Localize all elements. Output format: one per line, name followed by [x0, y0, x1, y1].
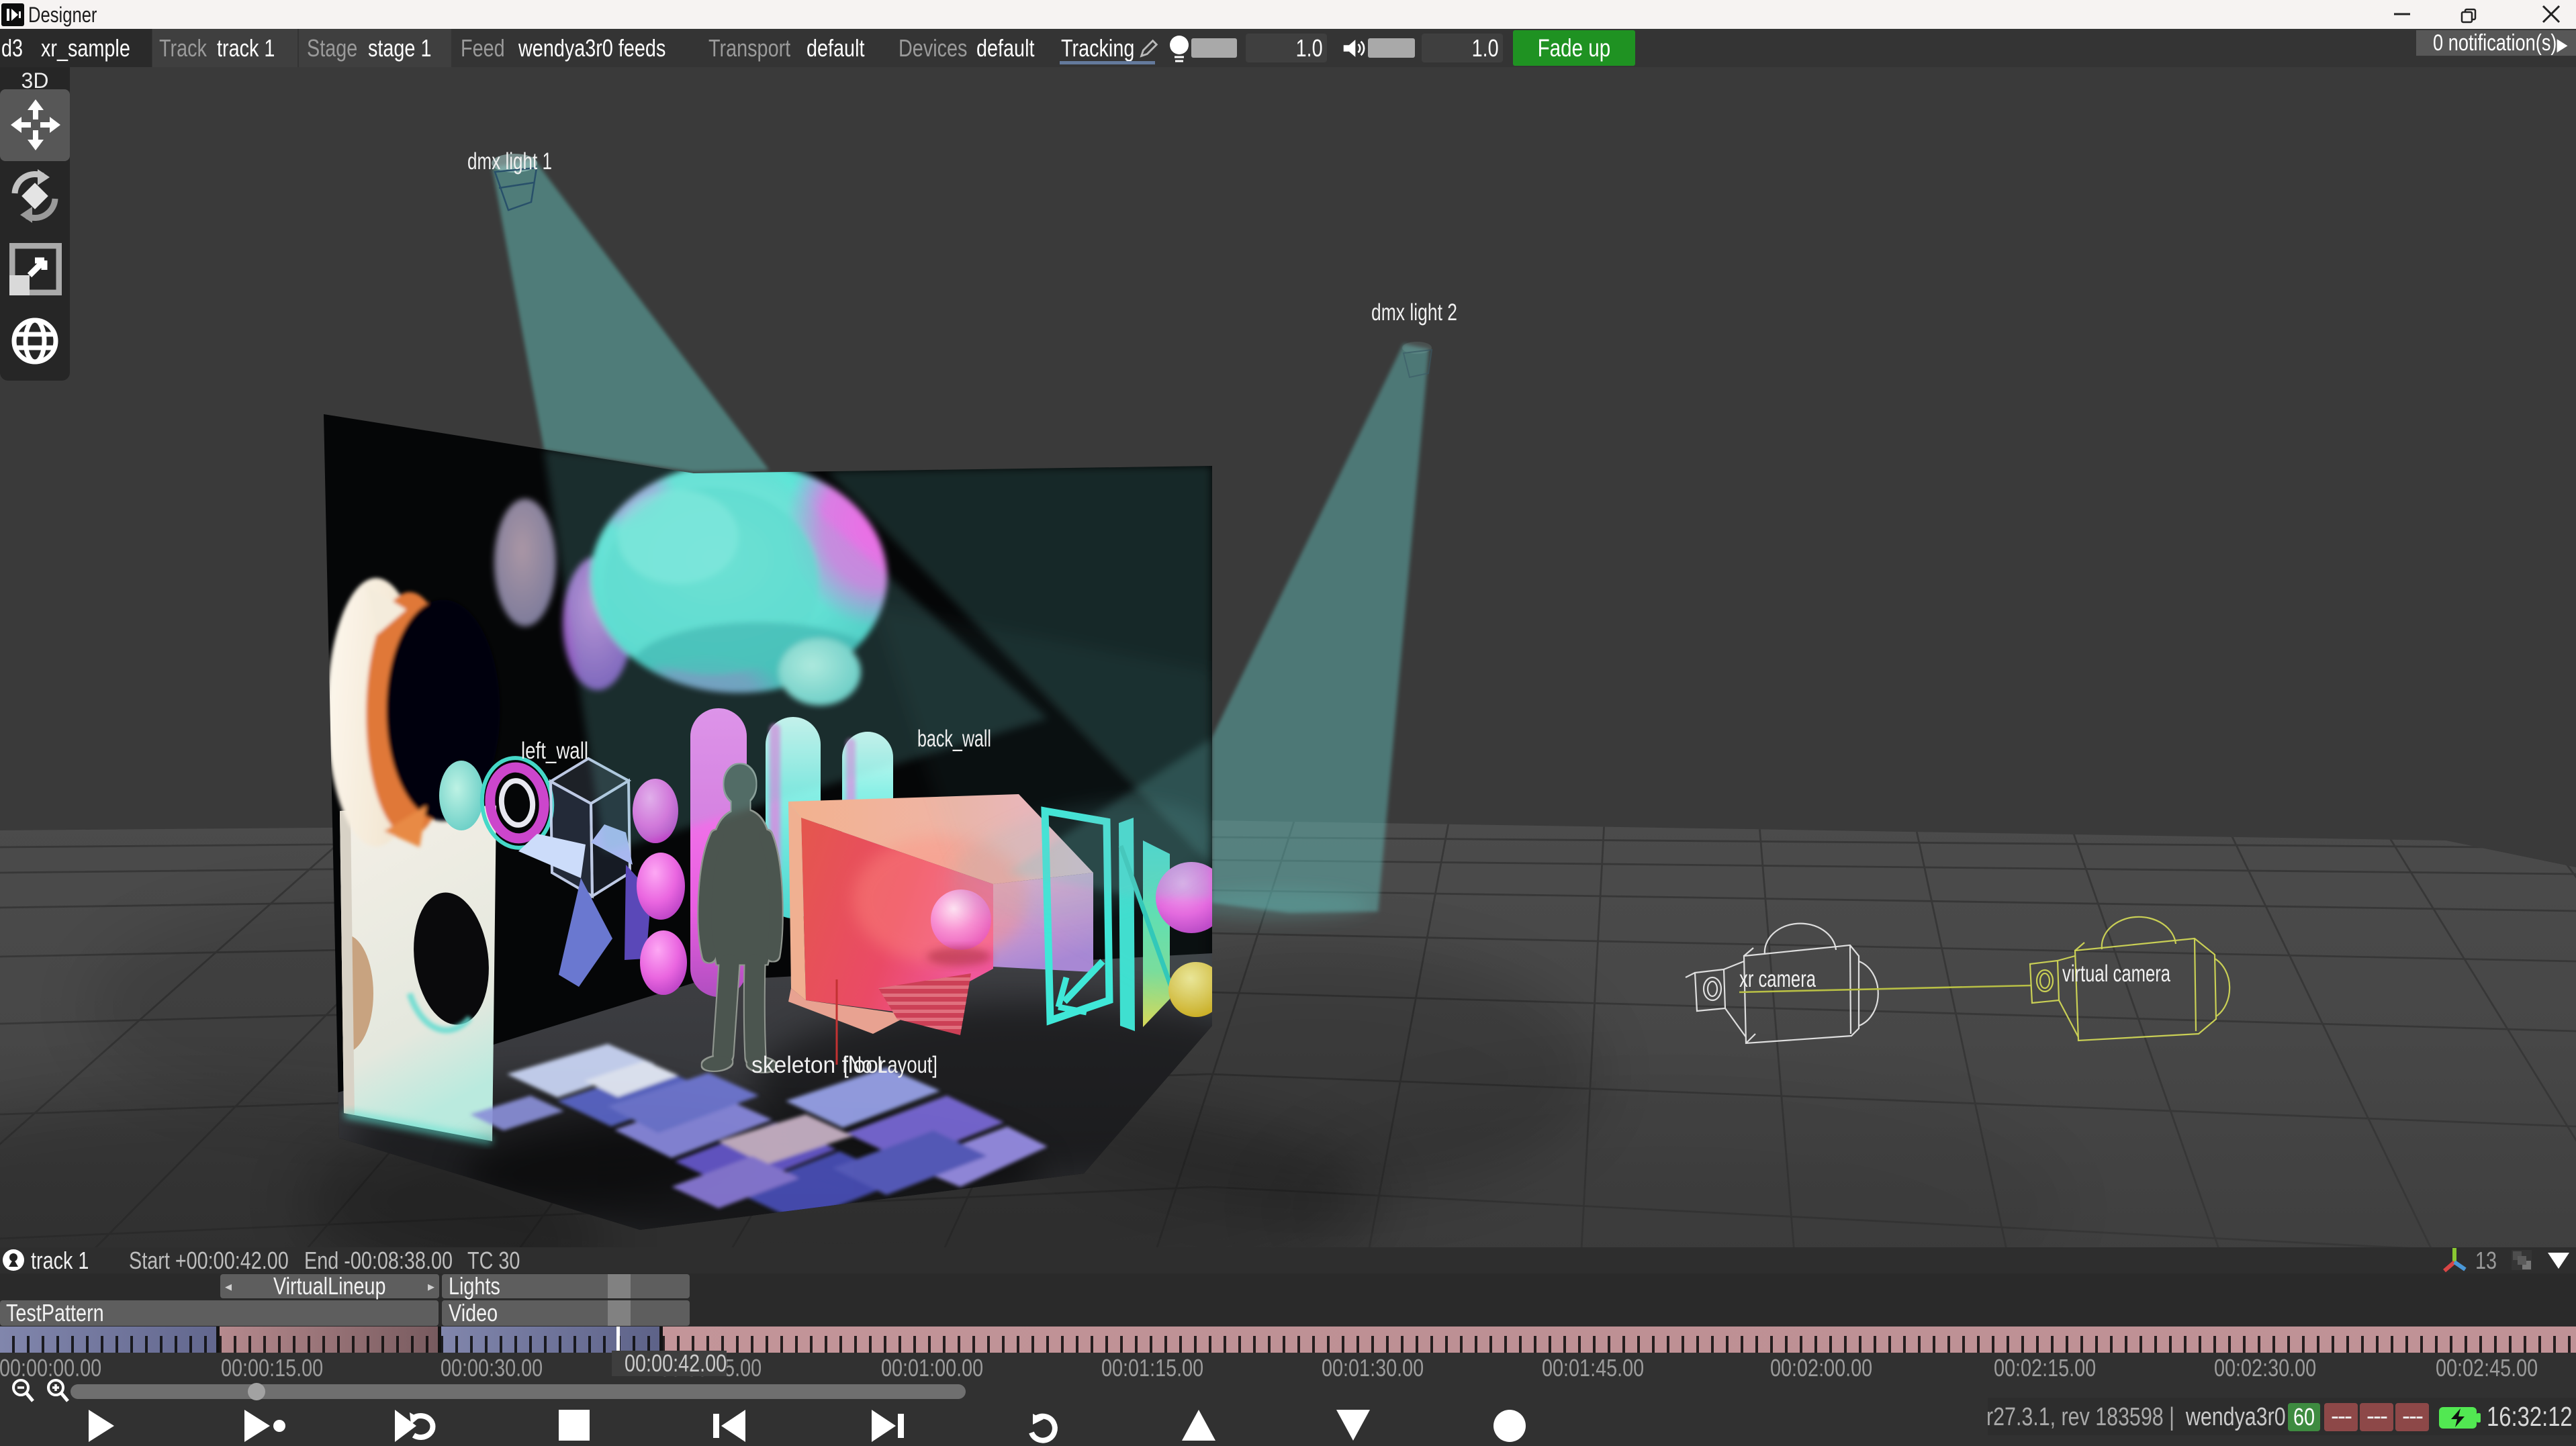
svg-text:virtual camera: virtual camera — [2062, 961, 2170, 987]
svg-text:back_wall: back_wall — [917, 726, 991, 752]
svg-text:dmx light 2: dmx light 2 — [1371, 299, 1457, 326]
svg-text:[No Layout]: [No Layout] — [843, 1052, 937, 1078]
svg-text:dmx light 1: dmx light 1 — [467, 148, 552, 175]
svg-text:left_wall: left_wall — [521, 738, 588, 764]
svg-text:xr camera: xr camera — [1739, 966, 1816, 992]
